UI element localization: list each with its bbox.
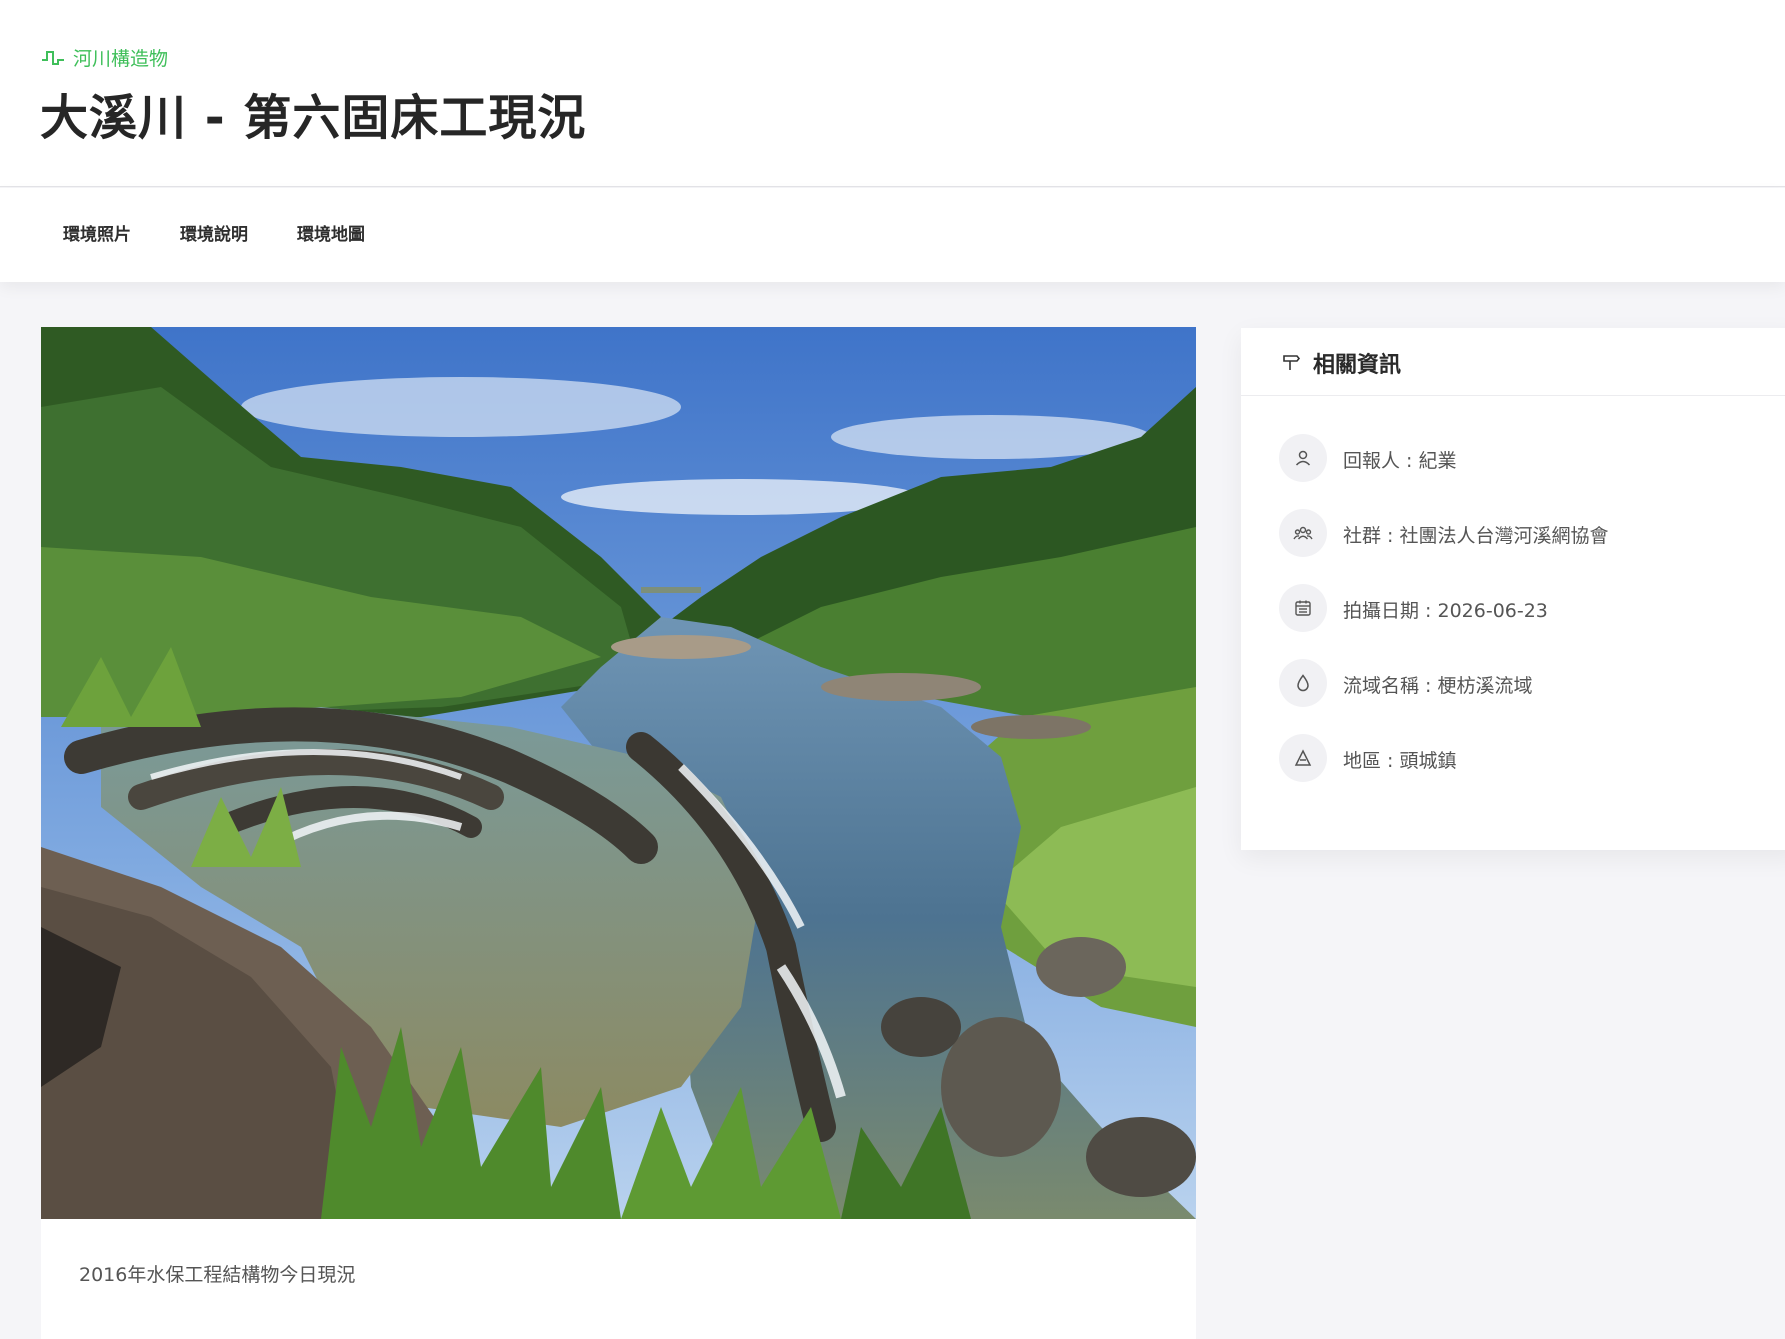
tab-map[interactable]: 環境地圖: [297, 188, 365, 282]
info-item-text: 回報人 : 紀業: [1343, 450, 1457, 472]
info-item-text: 流域名稱 : 梗枋溪流域: [1343, 675, 1533, 697]
pulse-icon: [42, 50, 64, 65]
tab-bar: 環境照片 環境說明 環境地圖: [0, 188, 1785, 282]
related-info-card: 相關資訊 回報人 : 紀業 社群 : 社團法人台灣河溪網協會 拍攝日期 : 20…: [1241, 328, 1785, 850]
info-item-text: 社群 : 社團法人台灣河溪網協會: [1343, 525, 1609, 547]
info-item-date: 拍攝日期 : 2026-06-23: [1279, 584, 1779, 632]
group-icon: [1279, 509, 1327, 557]
info-item-text: 地區 : 頭城鎮: [1343, 750, 1457, 772]
tab-description[interactable]: 環境說明: [180, 188, 248, 282]
photo-caption: 2016年水保工程結構物今日現況: [79, 1264, 356, 1286]
info-item-reporter: 回報人 : 紀業: [1279, 434, 1779, 482]
tab-photos[interactable]: 環境照片: [63, 188, 131, 282]
info-card-header: 相關資訊: [1241, 328, 1785, 396]
category-text: 河川構造物: [73, 48, 169, 70]
info-item-community: 社群 : 社團法人台灣河溪網協會: [1279, 509, 1779, 557]
water-drop-icon: [1279, 659, 1327, 707]
user-icon: [1279, 434, 1327, 482]
page-header: 河川構造物 大溪川 - 第六固床工現況: [0, 0, 1785, 187]
info-item-region: 地區 : 頭城鎮: [1279, 734, 1779, 782]
info-card-title: 相關資訊: [1313, 353, 1402, 378]
info-item-watershed: 流域名稱 : 梗枋溪流域: [1279, 659, 1779, 707]
category-label[interactable]: 河川構造物: [41, 44, 168, 71]
info-item-text: 拍攝日期 : 2026-06-23: [1343, 600, 1548, 622]
mountain-icon: [1279, 734, 1327, 782]
signpost-icon: [1283, 355, 1301, 370]
page-title: 大溪川 - 第六固床工現況: [40, 90, 587, 146]
calendar-icon: [1279, 584, 1327, 632]
environment-photo[interactable]: [41, 327, 1196, 1219]
photo-card: 2016年水保工程結構物今日現況: [41, 327, 1196, 1339]
